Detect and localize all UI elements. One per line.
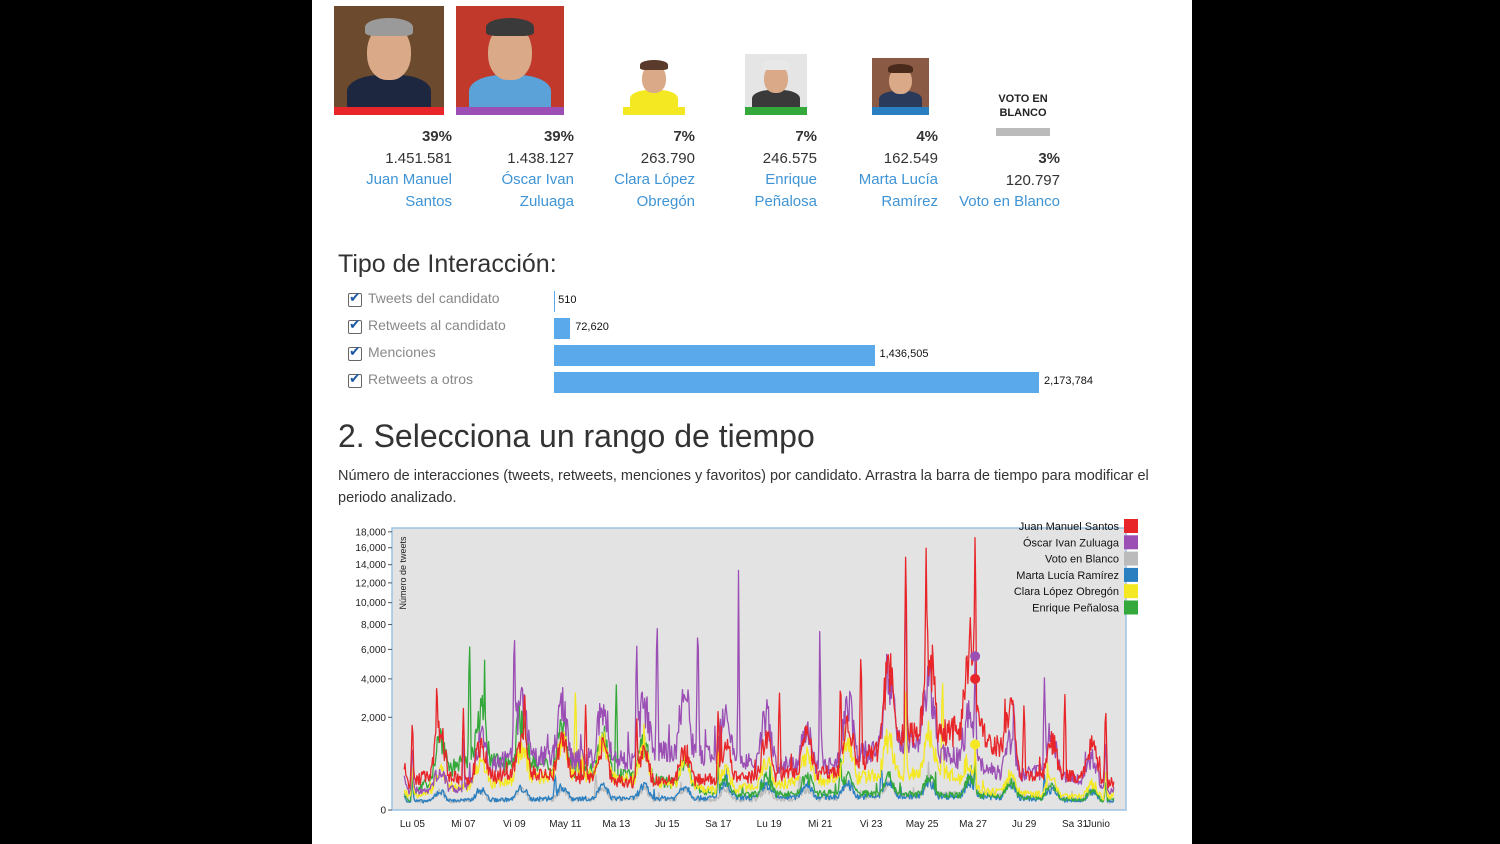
blanco-votes: 120.797: [1005, 172, 1060, 189]
legend-swatch: [1124, 519, 1138, 533]
candidate-votes: 1.451.581: [385, 150, 452, 167]
interaction-checkbox[interactable]: [348, 290, 362, 307]
candidate-votes: 1.438.127: [507, 150, 574, 167]
x-tick-label: Lu 05: [400, 819, 425, 830]
hover-marker: [970, 739, 981, 750]
legend-label: Voto en Blanco: [1045, 554, 1119, 566]
photo-zuluaga: [456, 6, 564, 107]
candidate-votes: 162.549: [883, 150, 938, 167]
interaction-row: Retweets al candidato 72,620: [348, 317, 1168, 339]
y-tick-label: 8,000: [361, 620, 386, 631]
legend-swatch: [1124, 551, 1138, 566]
time-range-description: Número de interacciones (tweets, retweet…: [338, 468, 1149, 506]
photo-santos: [334, 6, 444, 107]
x-tick-label: Mi 21: [808, 819, 833, 830]
candidate-color-bar: [872, 107, 929, 115]
interaction-type-title: Tipo de Interacción:: [338, 250, 557, 278]
x-tick-label: Ju 15: [655, 819, 680, 830]
interaction-checkbox[interactable]: [348, 317, 362, 334]
candidate-color-bar: [623, 107, 685, 115]
candidate-pct: 7%: [673, 128, 695, 145]
interaction-label[interactable]: Tweets del candidato: [368, 290, 500, 306]
x-tick-label: Ma 27: [959, 819, 987, 830]
interaction-value: 510: [558, 294, 577, 306]
interactions-line-chart[interactable]: 0 2,000 4,000 6,000 8,000 10,000 12,000 14,000 1…: [332, 515, 1152, 840]
blanco-name-link[interactable]: Voto en Blanco: [910, 191, 1060, 213]
x-tick-label: Vi 23: [860, 819, 883, 830]
interaction-label[interactable]: Retweets a otros: [368, 371, 473, 387]
interaction-bar: [554, 318, 571, 339]
y-tick-label: 14,000: [355, 560, 386, 571]
x-tick-label: Sa 31: [1062, 819, 1089, 830]
legend-swatch: [1124, 584, 1138, 599]
candidate-pct: 39%: [543, 128, 574, 145]
photo-ramirez: [872, 58, 929, 107]
x-tick-label: Lu 19: [757, 819, 782, 830]
legend-label: Juan Manuel Santos: [1019, 521, 1120, 533]
x-tick-label: Ma 13: [602, 819, 630, 830]
interaction-value: 72,620: [575, 321, 609, 333]
x-tick-label: May 25: [906, 819, 939, 830]
blanco-color-bar: [996, 128, 1050, 136]
y-axis-label: Número de tweets: [398, 536, 408, 610]
candidate-votes: 263.790: [640, 150, 695, 167]
hover-marker: [970, 651, 981, 662]
interaction-value: 1,436,505: [879, 348, 929, 360]
x-tick-label: May 11: [549, 819, 581, 830]
x-tick-label: Vi 09: [503, 819, 526, 830]
interaction-row: Retweets a otros 2,173,784: [348, 371, 1168, 393]
y-tick-label: 12,000: [355, 578, 386, 589]
candidate-pct: 4%: [916, 128, 938, 145]
legend-swatch: [1124, 567, 1138, 582]
interaction-label[interactable]: Retweets al candidato: [368, 317, 506, 333]
candidate-color-bar: [745, 107, 807, 115]
interaction-checkbox[interactable]: [348, 371, 362, 388]
x-tick-label: Junio: [1086, 819, 1110, 830]
y-tick-label: 16,000: [355, 543, 386, 554]
interaction-bar: [554, 345, 875, 366]
interaction-row: Menciones 1,436,505: [348, 344, 1168, 366]
candidate-name-line1[interactable]: Marta Lucía: [788, 169, 938, 191]
time-range-title: 2. Selecciona un rango de tiempo: [338, 418, 815, 454]
interaction-checkbox[interactable]: [348, 344, 362, 361]
interaction-value: 2,173,784: [1044, 375, 1093, 387]
x-tick-label: Ju 29: [1012, 819, 1037, 830]
interaction-bar: [554, 372, 1039, 393]
y-tick-label: 10,000: [355, 598, 386, 609]
x-tick-label: Sa 17: [705, 819, 732, 830]
candidate-votes: 246.575: [762, 150, 817, 167]
interaction-row: Tweets del candidato 510: [348, 290, 1168, 312]
photo-hair: [887, 63, 914, 73]
x-tick-label: Mi 07: [451, 819, 476, 830]
interaction-label[interactable]: Menciones: [368, 344, 436, 360]
legend-label: Clara López Obregón: [1014, 586, 1119, 598]
blanco-title: VOTO EN BLANCO: [983, 92, 1063, 120]
y-tick-label: 18,000: [355, 527, 386, 538]
legend-label: Marta Lucía Ramírez: [1016, 570, 1119, 582]
y-tick-label: 4,000: [361, 674, 386, 685]
candidate-pct: 39%: [421, 128, 452, 145]
content-panel: 39% 1.451.581 Juan Manuel Santos 39% 1.438.12…: [312, 0, 1192, 844]
photo-hair: [364, 18, 414, 37]
candidate-color-bar: [456, 107, 564, 115]
legend-swatch: [1124, 600, 1138, 615]
candidate-pct: 7%: [795, 128, 817, 145]
photo-hair: [762, 60, 790, 70]
photo-hair: [640, 60, 668, 70]
photo-lopez: [623, 54, 685, 107]
legend-swatch: [1124, 535, 1138, 550]
legend-label: Enrique Peñalosa: [1032, 603, 1120, 615]
hover-marker: [970, 673, 981, 684]
photo-penalosa: [745, 54, 807, 107]
blanco-title-line1: VOTO EN: [998, 93, 1048, 105]
y-tick-label: 2,000: [361, 713, 386, 724]
y-tick-label: 0: [380, 806, 386, 817]
blanco-title-line2: BLANCO: [999, 107, 1047, 119]
legend-label: Óscar Ivan Zuluaga: [1023, 536, 1120, 549]
y-tick-label: 6,000: [361, 645, 386, 656]
blanco-pct: 3%: [1038, 150, 1060, 167]
photo-hair: [486, 18, 534, 37]
candidate-color-bar: [334, 107, 444, 115]
